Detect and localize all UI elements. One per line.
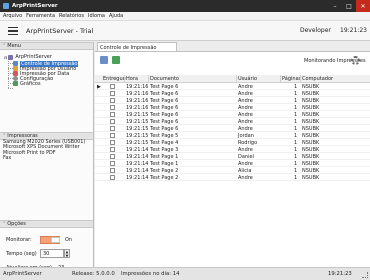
row-pointer-icon: ▶ [97, 83, 101, 90]
sidebar: ˄ Menu ⊟ ArpPrintServer Controle de Impr… [0, 42, 94, 271]
column-header-computador[interactable]: Computador [302, 76, 333, 82]
chevron-up-icon: ˄ [3, 43, 6, 49]
delivered-checkbox[interactable] [110, 175, 115, 180]
menu-ajuda[interactable]: Ajuda [109, 13, 123, 19]
hamburger-menu-icon[interactable] [8, 27, 18, 35]
column-header-entregue[interactable]: Entregue [103, 76, 126, 82]
delivered-checkbox[interactable] [110, 105, 115, 110]
column-header-paginas[interactable]: Páginas [282, 76, 301, 82]
chevron-up-icon: ˄ [3, 221, 6, 227]
refresh-icon[interactable] [112, 56, 120, 64]
menu-arquivo[interactable]: Arquivo [3, 13, 22, 19]
printers-list: Samsung M2020 Series (USB001) Microsoft … [0, 139, 93, 220]
delivered-checkbox[interactable] [110, 112, 115, 117]
delivered-checkbox[interactable] [110, 119, 115, 124]
table-row[interactable]: 19:21:15 Test Page 6 Andre 1 NSUBK [95, 118, 370, 125]
cell-usuario: Andre [238, 175, 253, 181]
tree-item-graficos[interactable]: Gráficos [13, 81, 41, 87]
menu-bar: Arquivo Ferramenta Relatórios Idioma Aju… [0, 12, 370, 21]
delivered-checkbox[interactable] [110, 98, 115, 103]
window-title: ArpPrintServer [12, 3, 58, 9]
table-row[interactable]: 19:21:15 Test Page 6 Andre 1 NSUBK [95, 125, 370, 132]
table-body: ▶ 19:21:16 Test Page 6 Andre 1 NSUBK 19:21:16 T… [95, 83, 370, 181]
cell-paginas: 1 [294, 175, 298, 181]
cell-computador: NSUBK [302, 175, 320, 181]
status-prints-today: Impressões no dia: 14 [121, 271, 180, 277]
delivered-checkbox[interactable] [110, 168, 115, 173]
monitor-label: Monitorar: [6, 237, 32, 243]
tab-controle-impressao[interactable]: Controle de Impressão [97, 42, 177, 51]
navigation-tree: ⊟ ArpPrintServer Controle de Impressão I… [0, 50, 93, 132]
delivered-checkbox[interactable] [110, 84, 115, 89]
time-input[interactable]: 30 [40, 249, 64, 258]
table-row[interactable]: ▶ 19:21:16 Test Page 6 Andre 1 NSUBK [95, 83, 370, 90]
table-row[interactable]: 19:21:15 Test Page 5 Jordan 1 NSUBK [95, 132, 370, 139]
delivered-checkbox[interactable] [110, 154, 115, 159]
options-panel-header[interactable]: ˄ Opções [0, 220, 93, 228]
main-area: Controle de Impressão Monitorando Impres… [95, 42, 370, 267]
table-row[interactable]: 19:21:14 Test Page 2 Alicia 1 NSUBK [95, 167, 370, 174]
column-header-documento[interactable]: Documento [150, 76, 179, 82]
app-header: ArpPrintServer - Trial Developer 19:21:2… [0, 21, 370, 41]
resize-grip[interactable] [362, 272, 368, 278]
status-bar: ArpPrintServer Release: 5.0.0.0 Impressõ… [0, 267, 370, 280]
monitor-state: On [65, 237, 73, 243]
minimize-button[interactable]: – [328, 0, 342, 12]
loading-spinner-icon [351, 56, 360, 65]
status-clock: 19:21:23 [328, 271, 352, 277]
status-app-name: ArpPrintServer [3, 271, 42, 277]
server-icon [8, 54, 14, 60]
close-button[interactable]: ✕ [356, 0, 370, 12]
column-header-hora[interactable]: Hora [126, 76, 138, 82]
cell-documento: Test Page 2 [150, 175, 179, 181]
time-spinner[interactable]: ▲ ▼ [64, 249, 70, 258]
app-title: ArpPrintServer - Trial [26, 27, 94, 35]
menu-ferramenta[interactable]: Ferramenta [26, 13, 55, 19]
chevron-up-icon: ˄ [3, 133, 6, 139]
tab-content: Monitorando Impressões Entregue Hora Doc… [95, 51, 370, 267]
maximize-button[interactable]: □ [342, 0, 356, 12]
title-bar: ArpPrintServer – □ ✕ [0, 0, 370, 12]
table-row[interactable]: 19:21:16 Test Page 6 Andre 1 NSUBK [95, 104, 370, 111]
current-user: Developer [300, 27, 331, 34]
time-label: Tempo (seg) [6, 251, 37, 257]
header-clock: 19:21:23 [340, 27, 367, 34]
table-row[interactable]: 19:21:14 Test Page 2 Andre 1 NSUBK [95, 174, 370, 181]
collapse-icon[interactable]: ⊟ [4, 55, 7, 60]
delivered-checkbox[interactable] [110, 140, 115, 145]
delivered-checkbox[interactable] [110, 133, 115, 138]
menu-panel-header[interactable]: ˄ Menu [0, 42, 93, 50]
print-jobs-table: Entregue Hora Documento Usuário Páginas … [95, 75, 370, 181]
status-release: Release: 5.0.0.0 [72, 271, 115, 277]
menu-idioma[interactable]: Idioma [88, 13, 105, 19]
monitor-toggle[interactable] [40, 236, 60, 244]
window-controls: – □ ✕ [328, 0, 370, 12]
table-row[interactable]: 19:21:15 Test Page 4 Rodrigo 1 NSUBK [95, 139, 370, 146]
table-row[interactable]: 19:21:14 Test Page 1 Daniel 1 NSUBK [95, 153, 370, 160]
table-header: Entregue Hora Documento Usuário Páginas … [95, 75, 370, 83]
settings-icon[interactable] [100, 56, 108, 64]
delivered-checkbox[interactable] [110, 147, 115, 152]
tree-root[interactable]: ⊟ ArpPrintServer [4, 54, 52, 60]
delivered-checkbox[interactable] [110, 161, 115, 166]
delivered-checkbox[interactable] [110, 91, 115, 96]
toolbar: Monitorando Impressões [95, 52, 370, 68]
table-row[interactable]: 19:21:16 Test Page 6 Andre 1 NSUBK [95, 90, 370, 97]
printer-item[interactable]: Fax [0, 155, 93, 161]
cell-hora: 19:21:14 [126, 175, 149, 181]
table-row[interactable]: 19:21:15 Test Page 6 Andre 1 NSUBK [95, 111, 370, 118]
table-row[interactable]: 19:21:14 Test Page 1 Andre 1 NSUBK [95, 160, 370, 167]
chart-icon [13, 81, 18, 86]
app-icon [3, 3, 9, 9]
menu-relatorios[interactable]: Relatórios [59, 13, 84, 19]
delivered-checkbox[interactable] [110, 126, 115, 131]
column-header-usuario[interactable]: Usuário [238, 76, 257, 82]
table-row[interactable]: 19:21:16 Test Page 6 Andre 1 NSUBK [95, 97, 370, 104]
table-row[interactable]: 19:21:14 Test Page 3 Andre 1 NSUBK [95, 146, 370, 153]
